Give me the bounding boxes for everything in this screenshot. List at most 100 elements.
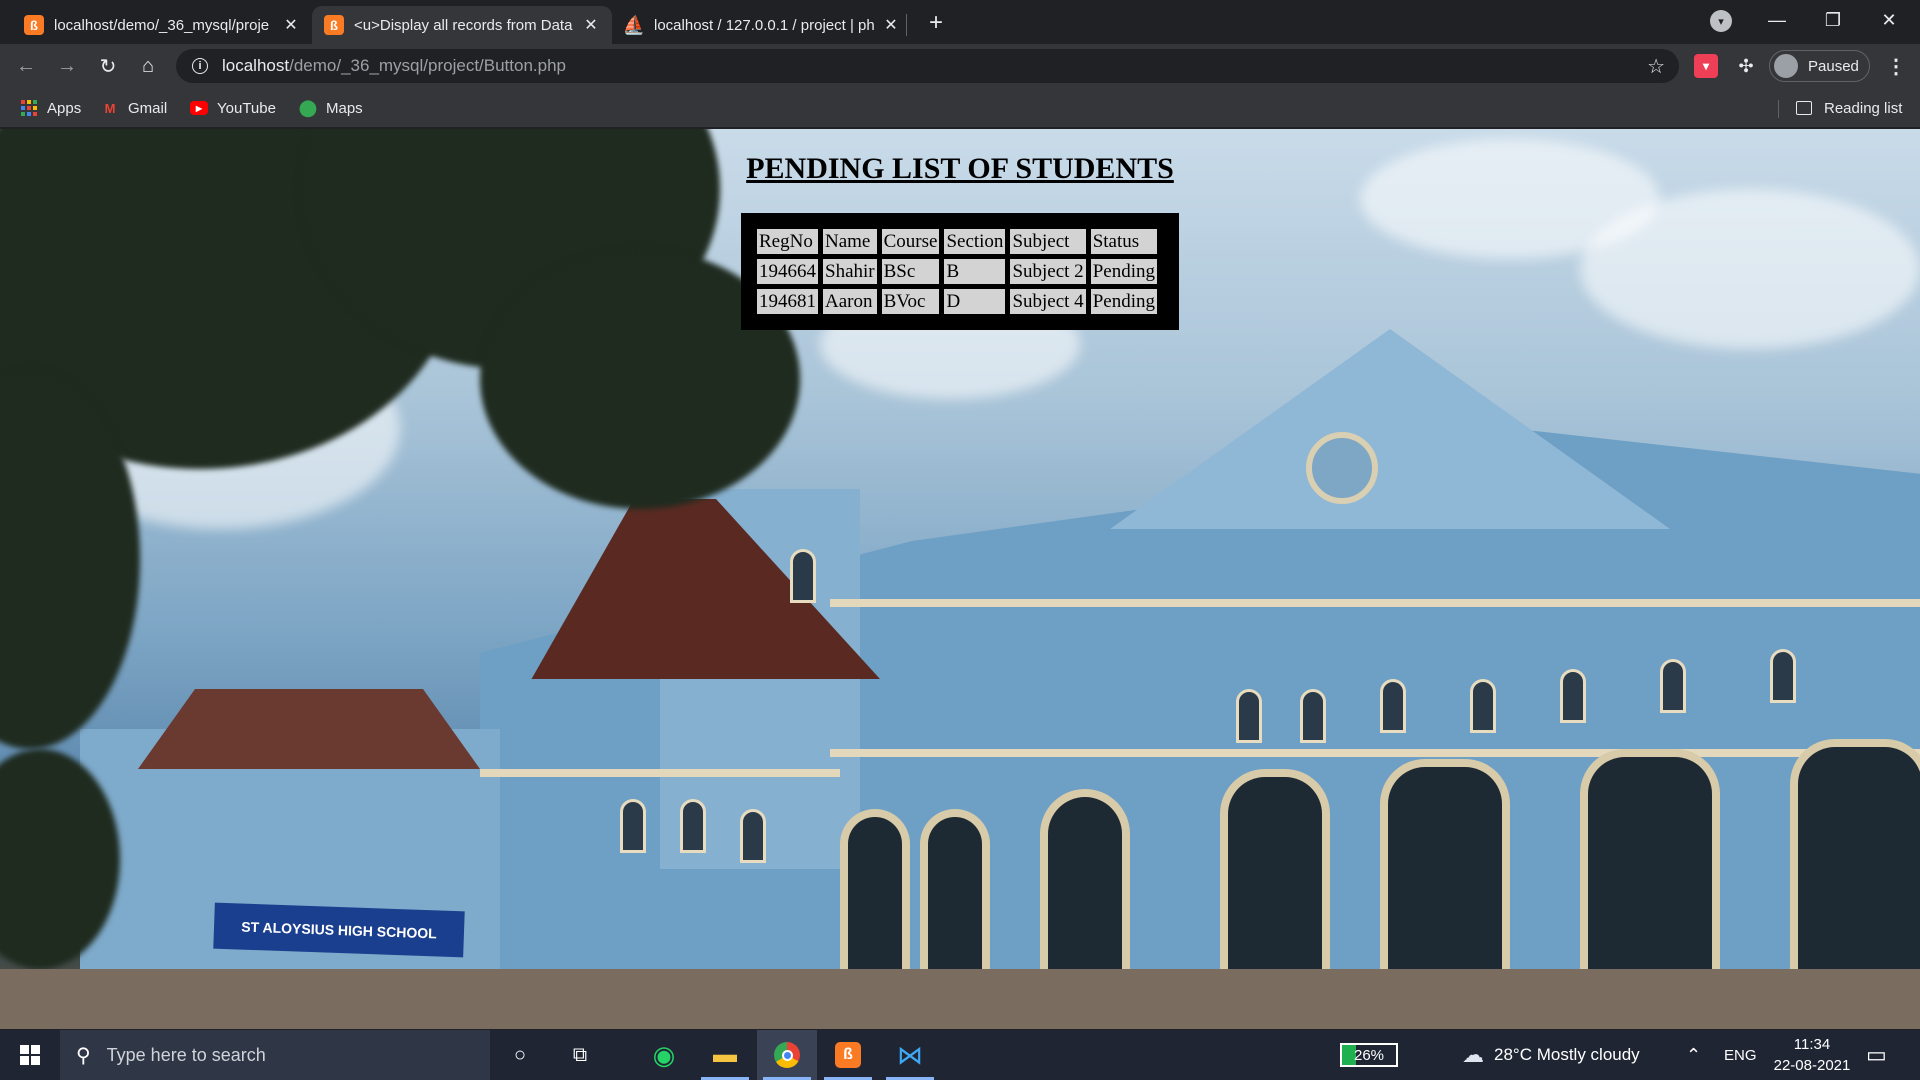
tab-display-records[interactable]: ß <u>Display all records from Data ✕ — [312, 6, 612, 44]
whatsapp-icon[interactable]: ◉ — [634, 1030, 694, 1080]
clock-date: 22-08-2021 — [1773, 1057, 1851, 1074]
cell-section: B — [943, 258, 1007, 285]
table-row: 194664 Shahir BSc B Subject 2 Pending — [756, 258, 1158, 285]
youtube-icon: ▶ — [190, 99, 208, 117]
xampp-icon: ß — [24, 15, 44, 35]
cortana-icon[interactable]: ○ — [490, 1030, 550, 1080]
cell-name: Shahir — [822, 258, 878, 285]
maximize-button[interactable]: ❐ — [1808, 0, 1858, 40]
bookmark-apps[interactable]: Apps — [20, 97, 81, 119]
cell-status: Pending — [1089, 258, 1158, 285]
windows-taskbar: ⚲ Type here to search ○ ⧉ ◉ ▬ ß ⋈ 26% ☁ … — [0, 1030, 1920, 1080]
address-bar[interactable]: i localhost/demo/_36_mysql/project/Butto… — [176, 49, 1679, 83]
close-tab-icon[interactable]: ✕ — [582, 15, 600, 35]
tab-strip: ß localhost/demo/_36_mysql/proje ✕ ß <u>… — [0, 0, 1920, 44]
cell-status: Pending — [1089, 288, 1158, 315]
bookmark-maps[interactable]: ⬤ Maps — [299, 97, 363, 119]
header-regno: RegNo — [756, 228, 819, 255]
header-name: Name — [822, 228, 878, 255]
notifications-icon[interactable]: ▭ — [1866, 1030, 1887, 1080]
cell-section: D — [943, 288, 1007, 315]
bookmark-youtube[interactable]: ▶ YouTube — [190, 97, 276, 119]
taskbar-search[interactable]: ⚲ Type here to search — [60, 1030, 490, 1080]
profile-status: Paused — [1808, 57, 1859, 75]
url-host: localhost — [222, 56, 290, 75]
reading-list-label: Reading list — [1824, 99, 1903, 117]
file-explorer-icon[interactable]: ▬ — [695, 1030, 755, 1080]
header-section: Section — [943, 228, 1007, 255]
pending-students-table: RegNo Name Course Section Subject Status… — [753, 225, 1161, 318]
bookmarks-bar: Apps M Gmail ▶ YouTube ⬤ Maps Reading li… — [0, 88, 1920, 128]
table-header-row: RegNo Name Course Section Subject Status — [756, 228, 1158, 255]
page-title: PENDING LIST OF STUDENTS — [746, 152, 1174, 185]
header-course: Course — [880, 228, 941, 255]
weather-widget[interactable]: ☁ 28°C Mostly cloudy — [1462, 1030, 1640, 1080]
bookmark-label: Gmail — [128, 99, 168, 117]
close-window-button[interactable]: ✕ — [1864, 0, 1914, 40]
clock-time: 11:34 — [1793, 1036, 1831, 1053]
avatar — [1774, 54, 1798, 78]
search-icon: ⚲ — [76, 1044, 91, 1067]
browser-menu-icon[interactable]: ⋮ — [1884, 52, 1908, 80]
tab-mysql-project[interactable]: ß localhost/demo/_36_mysql/proje ✕ — [12, 6, 312, 44]
tab-title: localhost / 127.0.0.1 / project | ph — [654, 16, 875, 34]
bookmark-gmail[interactable]: M Gmail — [101, 97, 168, 119]
home-button[interactable]: ⌂ — [132, 50, 164, 82]
reload-button[interactable]: ↻ — [92, 50, 124, 82]
new-tab-button[interactable]: + — [921, 8, 951, 38]
vscode-icon[interactable]: ⋈ — [880, 1030, 940, 1080]
language-indicator[interactable]: ENG — [1724, 1030, 1757, 1080]
tab-title: <u>Display all records from Data — [354, 16, 573, 34]
apps-grid-icon — [20, 99, 38, 117]
start-button[interactable] — [0, 1030, 60, 1080]
cell-course: BVoc — [880, 288, 941, 315]
back-button[interactable]: ← — [10, 50, 42, 82]
cell-regno: 194681 — [756, 288, 819, 315]
tab-divider — [906, 14, 907, 36]
xampp-icon: ß — [324, 15, 344, 35]
school-sign: ST ALOYSIUS HIGH SCHOOL — [213, 902, 465, 958]
bookmark-label: YouTube — [217, 99, 276, 117]
cell-subject: Subject 2 — [1009, 258, 1087, 285]
reading-list-button[interactable]: Reading list — [1796, 97, 1902, 119]
bookmark-label: Maps — [326, 99, 363, 117]
maps-icon: ⬤ — [299, 100, 317, 117]
gmail-icon: M — [104, 100, 116, 116]
page-title-container: PENDING LIST OF STUDENTS — [0, 152, 1920, 186]
site-info-icon[interactable]: i — [192, 58, 208, 74]
weather-text: 28°C Mostly cloudy — [1494, 1045, 1640, 1064]
xampp-taskbar-icon[interactable]: ß — [818, 1030, 878, 1080]
bookmarks-divider — [1778, 100, 1779, 118]
header-status: Status — [1089, 228, 1158, 255]
close-tab-icon[interactable]: ✕ — [282, 15, 300, 35]
cell-name: Aaron — [822, 288, 878, 315]
cell-regno: 194664 — [756, 258, 819, 285]
header-subject: Subject — [1009, 228, 1087, 255]
task-view-icon[interactable]: ⧉ — [550, 1030, 610, 1080]
windows-logo-icon — [20, 1045, 40, 1065]
chrome-icon[interactable] — [757, 1030, 817, 1080]
extensions-puzzle-icon[interactable]: ✣ — [1734, 54, 1758, 78]
bookmark-star-icon[interactable]: ☆ — [1647, 54, 1665, 79]
tab-phpmyadmin[interactable]: ⛵ localhost / 127.0.0.1 / project | ph ✕ — [612, 6, 912, 44]
records-table-container: RegNo Name Course Section Subject Status… — [741, 213, 1179, 330]
clock[interactable]: 11:34 22-08-2021 — [1766, 1034, 1858, 1076]
close-tab-icon[interactable]: ✕ — [882, 15, 900, 35]
cloud-icon: ☁ — [1462, 1042, 1484, 1067]
minimize-button[interactable]: — — [1752, 0, 1802, 40]
profile-button[interactable]: Paused — [1769, 50, 1870, 82]
cell-course: BSc — [880, 258, 941, 285]
url-path: /demo/_36_mysql/project/Button.php — [289, 56, 566, 75]
tab-search-icon[interactable]: ▾ — [1710, 10, 1732, 32]
url-text[interactable]: localhost/demo/_36_mysql/project/Button.… — [222, 56, 566, 76]
table-row: 194681 Aaron BVoc D Subject 4 Pending — [756, 288, 1158, 315]
search-placeholder: Type here to search — [106, 1044, 266, 1065]
bookmark-label: Apps — [47, 99, 82, 117]
show-hidden-icons-chevron-icon[interactable]: ⌃ — [1686, 1030, 1701, 1080]
battery-indicator[interactable]: 26% — [1340, 1043, 1398, 1067]
browser-toolbar: ← → ↻ ⌂ i localhost/demo/_36_mysql/proje… — [0, 44, 1920, 88]
forward-button[interactable]: → — [51, 50, 83, 82]
reading-list-icon — [1796, 101, 1812, 115]
cell-subject: Subject 4 — [1009, 288, 1087, 315]
pocket-extension-icon[interactable]: ▾ — [1694, 54, 1718, 78]
